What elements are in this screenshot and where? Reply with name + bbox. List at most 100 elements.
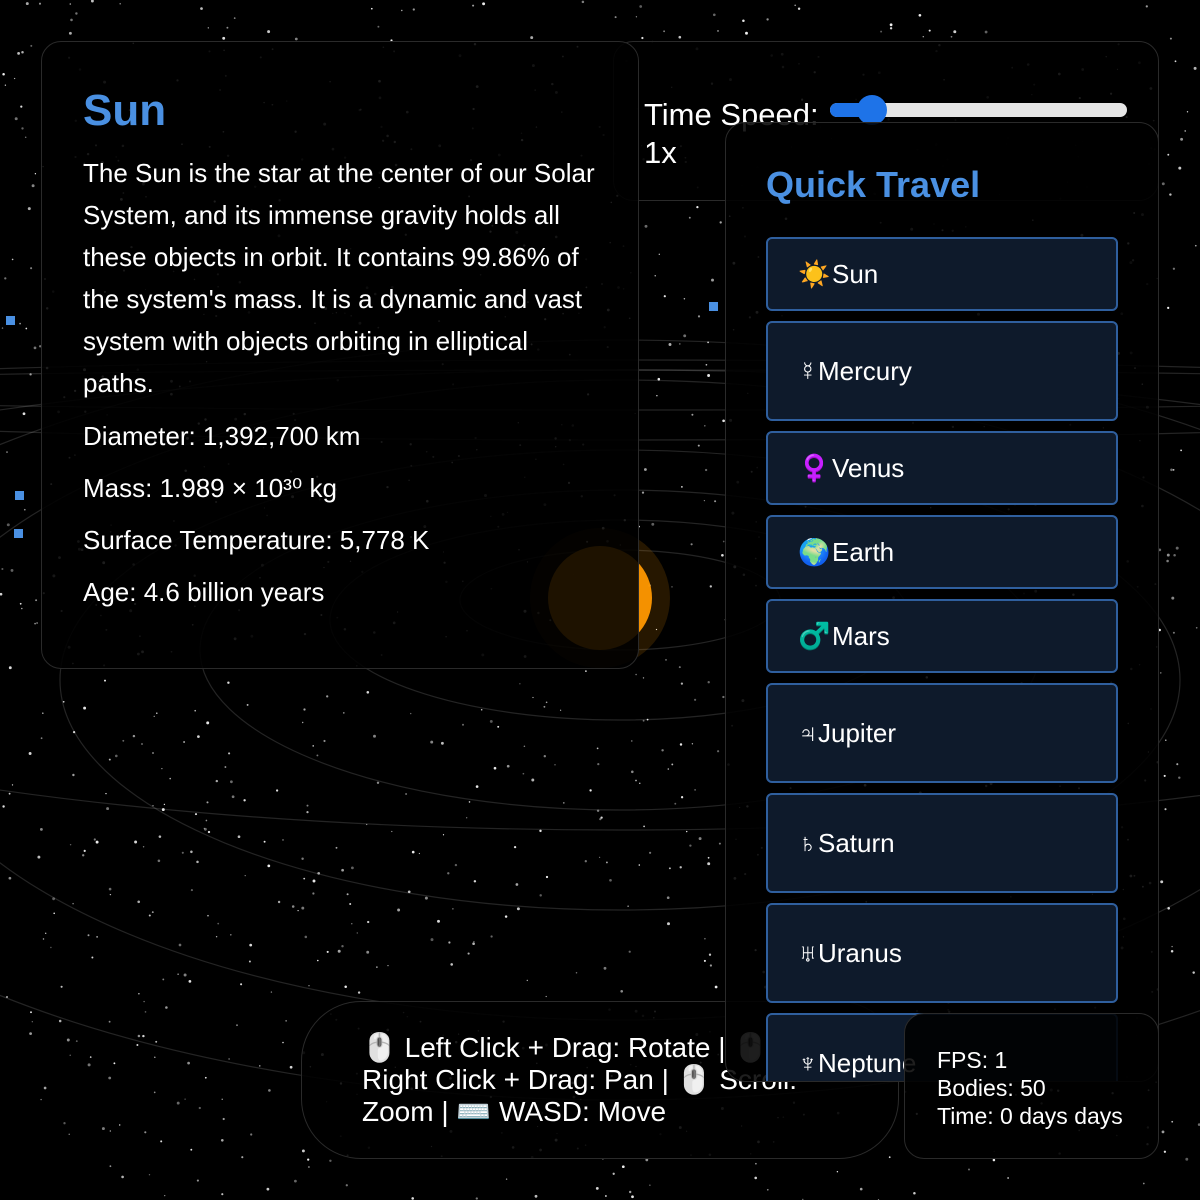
star: [1193, 66, 1197, 70]
star: [1173, 554, 1176, 557]
travel-button-sun[interactable]: ☀️ Sun: [766, 237, 1118, 311]
star: [187, 1061, 190, 1065]
star: [1171, 1120, 1174, 1123]
jupiter-icon: ♃: [798, 717, 818, 748]
star: [346, 893, 349, 896]
travel-button-label: Earth: [832, 536, 895, 567]
star: [391, 830, 393, 833]
star: [559, 709, 562, 711]
star: [21, 607, 23, 610]
star: [184, 1098, 186, 1100]
star: [207, 830, 211, 834]
star: [1178, 166, 1182, 170]
star: [30, 1011, 32, 1014]
star: [627, 905, 629, 907]
star: [562, 802, 565, 804]
star: [1172, 631, 1175, 634]
star: [158, 835, 162, 838]
star: [411, 850, 415, 854]
star: [341, 944, 344, 948]
star: [953, 30, 957, 34]
star: [721, 553, 724, 557]
travel-button-uranus[interactable]: ♅ Uranus: [766, 903, 1118, 1003]
star: [539, 829, 542, 833]
star: [766, 18, 769, 21]
star: [794, 4, 797, 7]
slider-thumb[interactable]: [856, 95, 887, 125]
star: [697, 315, 701, 318]
star: [303, 708, 306, 711]
star: [342, 712, 345, 714]
stat-mass: Mass: 1.989 × 10³⁰ kg: [83, 473, 337, 503]
star: [230, 934, 232, 936]
star: [745, 31, 748, 35]
travel-button-venus[interactable]: ♀️ Venus: [766, 431, 1118, 505]
star: [282, 838, 284, 841]
star: [344, 985, 347, 989]
star: [639, 782, 641, 784]
star: [575, 971, 578, 974]
star: [631, 1195, 634, 1199]
star: [66, 1038, 70, 1042]
star: [267, 864, 271, 868]
star: [719, 221, 722, 224]
time-speed-slider[interactable]: [830, 95, 1127, 125]
star: [25, 327, 28, 330]
star: [138, 993, 140, 995]
star: [1166, 559, 1169, 563]
star: [28, 752, 32, 755]
star: [1, 327, 4, 329]
star: [10, 568, 14, 572]
star: [797, 7, 801, 11]
star: [1165, 739, 1167, 741]
star: [221, 1098, 223, 1100]
star: [714, 500, 717, 503]
star: [326, 695, 329, 698]
star: [635, 673, 637, 676]
star: [266, 1187, 270, 1191]
star: [696, 205, 699, 209]
star: [152, 752, 154, 754]
asteroid-marker: [709, 302, 718, 311]
star: [40, 1098, 42, 1101]
star: [83, 706, 87, 710]
star: [23, 508, 26, 511]
travel-button-mercury[interactable]: ☿ Mercury: [766, 321, 1118, 421]
star: [448, 941, 451, 944]
star: [142, 1034, 145, 1038]
travel-button-saturn[interactable]: ♄ Saturn: [766, 793, 1118, 893]
star: [718, 842, 721, 845]
star: [859, 1187, 863, 1191]
star: [118, 1124, 121, 1126]
travel-button-jupiter[interactable]: ♃ Jupiter: [766, 683, 1118, 783]
travel-button-earth[interactable]: 🌍 Earth: [766, 515, 1118, 589]
star: [755, 1162, 757, 1165]
star: [641, 36, 644, 40]
star: [75, 12, 78, 15]
star: [29, 1032, 32, 1035]
star: [707, 374, 711, 377]
travel-button-mars[interactable]: ♂️ Mars: [766, 599, 1118, 673]
star: [241, 1156, 244, 1159]
star: [410, 712, 412, 715]
star: [490, 935, 493, 938]
star: [581, 0, 585, 4]
star: [412, 8, 415, 11]
star: [658, 253, 660, 255]
star: [1170, 468, 1173, 472]
star: [153, 715, 155, 717]
star: [119, 2, 121, 5]
star: [683, 298, 686, 300]
star: [53, 912, 55, 915]
quick-travel-title: Quick Travel: [766, 164, 981, 205]
star: [301, 906, 305, 910]
star: [698, 837, 702, 841]
star: [992, 1158, 996, 1162]
star: [181, 851, 184, 854]
star: [493, 766, 497, 770]
star: [114, 754, 118, 758]
star: [337, 949, 341, 953]
star: [532, 696, 534, 699]
star: [678, 35, 682, 39]
star: [27, 207, 31, 211]
